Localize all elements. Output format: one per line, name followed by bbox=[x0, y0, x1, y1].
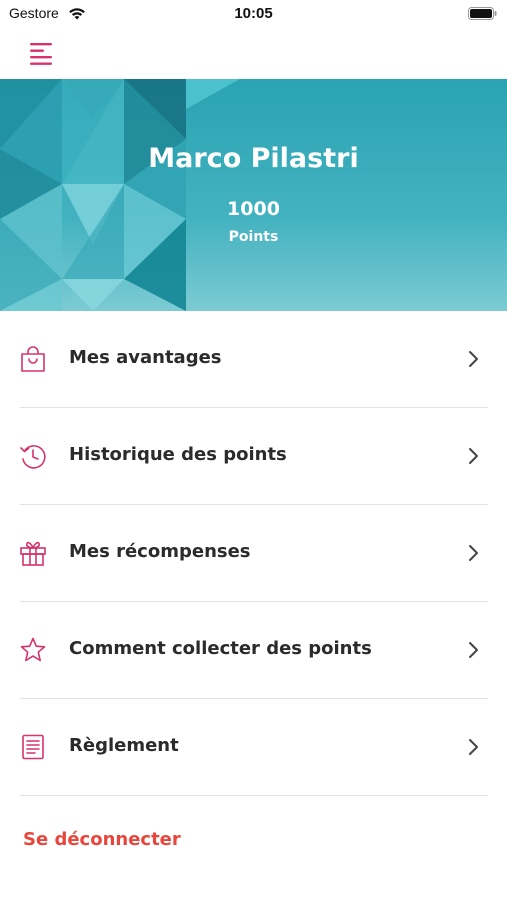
profile-header: Marco Pilastri 1000 Points bbox=[0, 79, 507, 311]
history-clock-icon bbox=[20, 445, 46, 469]
battery-icon bbox=[468, 7, 497, 20]
chevron-right-icon bbox=[469, 642, 478, 658]
chevron-right-icon bbox=[469, 545, 478, 561]
menu-item-historique-des-points[interactable]: Historique des points bbox=[0, 408, 507, 505]
hamburger-menu-icon[interactable] bbox=[28, 40, 54, 66]
document-icon bbox=[22, 734, 44, 760]
menu-item-label: Mes avantages bbox=[69, 347, 222, 368]
banner-pattern bbox=[0, 79, 240, 311]
points-label: Points bbox=[228, 229, 279, 245]
logout-button[interactable]: Se déconnecter bbox=[23, 829, 181, 850]
menu-item-comment-collecter[interactable]: Comment collecter des points bbox=[0, 602, 507, 699]
menu-item-label: Historique des points bbox=[69, 444, 287, 465]
menu-list: Mes avantages Historique des points Mes … bbox=[0, 311, 507, 796]
points-value: 1000 bbox=[227, 198, 280, 220]
divider bbox=[20, 795, 488, 796]
menu-item-mes-recompenses[interactable]: Mes récompenses bbox=[0, 505, 507, 602]
chevron-right-icon bbox=[469, 739, 478, 755]
status-time: 10:05 bbox=[234, 5, 273, 22]
chevron-right-icon bbox=[469, 351, 478, 367]
menu-item-reglement[interactable]: Règlement bbox=[0, 699, 507, 796]
chevron-right-icon bbox=[469, 448, 478, 464]
status-bar: Gestore 10:05 bbox=[0, 0, 507, 30]
menu-item-mes-avantages[interactable]: Mes avantages bbox=[0, 311, 507, 408]
star-icon bbox=[20, 637, 46, 662]
shopping-bag-icon bbox=[21, 346, 45, 372]
gift-icon bbox=[20, 541, 46, 566]
menu-item-label: Règlement bbox=[69, 735, 179, 756]
user-name: Marco Pilastri bbox=[148, 143, 359, 174]
menu-item-label: Mes récompenses bbox=[69, 541, 251, 562]
menu-item-label: Comment collecter des points bbox=[69, 638, 372, 659]
